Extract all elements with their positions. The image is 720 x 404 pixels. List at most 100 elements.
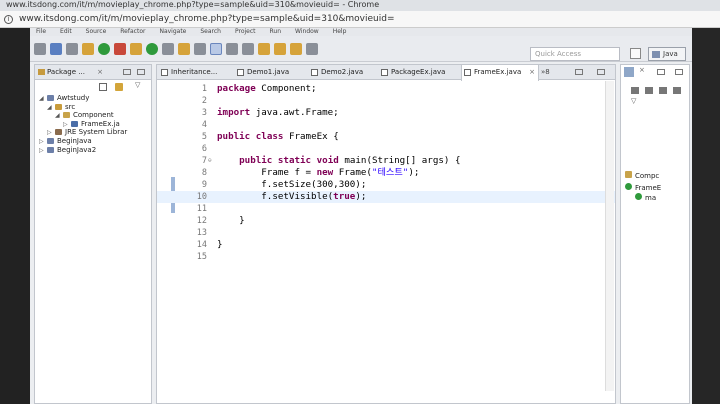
outline-view-menu-icon[interactable]: ▽: [631, 97, 636, 105]
code-line[interactable]: 8 Frame f = new Frame("테스트");: [157, 167, 615, 179]
outline-item[interactable]: Compc: [625, 171, 659, 180]
package-explorer-icon: [38, 69, 45, 75]
back-icon[interactable]: [290, 42, 302, 55]
code-line[interactable]: 14}: [157, 239, 615, 251]
link-with-editor-icon[interactable]: [115, 83, 123, 91]
code-token: Frame(: [333, 167, 372, 178]
keyword-token: package: [217, 83, 256, 94]
previous-annotation-icon[interactable]: [274, 42, 286, 55]
menu-item-run[interactable]: Run: [270, 28, 282, 36]
line-number: 2: [201, 96, 207, 106]
java-perspective-icon: [652, 51, 660, 58]
menu-item-source[interactable]: Source: [86, 28, 107, 36]
code-line[interactable]: 11: [157, 203, 615, 215]
tab-overflow[interactable]: »8: [541, 65, 550, 79]
tree-item[interactable]: ◢ src: [35, 103, 151, 112]
menu-item-file[interactable]: File: [36, 28, 46, 36]
open-perspective-icon[interactable]: [630, 48, 641, 59]
outline-minimize-icon[interactable]: [657, 69, 665, 75]
new-java-class-icon[interactable]: [146, 42, 158, 55]
outline-close-icon[interactable]: ×: [639, 66, 645, 74]
package-explorer-panel: Package ... × ▽ ◢ Awtstudy ◢ src ◢ Component ▷…: [34, 64, 152, 404]
tree-item[interactable]: ▷ BeginJava: [35, 137, 151, 146]
maximize-icon[interactable]: [137, 69, 145, 75]
block-selection-icon[interactable]: [242, 42, 254, 55]
open-type-icon[interactable]: [162, 42, 174, 55]
view-menu-icon[interactable]: ▽: [135, 81, 140, 89]
external-tools-icon[interactable]: [114, 42, 126, 55]
menu-item-search[interactable]: Search: [200, 28, 221, 36]
line-number: 7: [201, 156, 207, 166]
outline-icon[interactable]: [624, 67, 634, 77]
new-icon[interactable]: [34, 42, 46, 55]
close-tab-icon[interactable]: ×: [529, 65, 535, 79]
collapse-all-icon[interactable]: [99, 83, 107, 91]
tree-item[interactable]: ◢ Awtstudy: [35, 94, 151, 103]
fold-icon[interactable]: ⊖: [208, 155, 212, 167]
code-line[interactable]: 7 ⊖ public static void main(String[] args…: [157, 155, 615, 167]
code-line[interactable]: 3 import java.awt.Frame;: [157, 107, 615, 119]
show-whitespace-icon[interactable]: [226, 42, 238, 55]
code-line[interactable]: 5 public class FrameEx {: [157, 131, 615, 143]
editor-tab[interactable]: Inheritance...: [159, 65, 231, 80]
code-line[interactable]: 15: [157, 251, 615, 263]
outline-item[interactable]: FrameE: [625, 183, 661, 192]
hide-static-icon[interactable]: [659, 87, 667, 94]
menu-item-refactor[interactable]: Refactor: [120, 28, 145, 36]
java-file-icon: [237, 69, 244, 76]
code-line[interactable]: 1 package Component;: [157, 83, 615, 95]
code-area[interactable]: 1 package Component; 2 3 import java.awt.Fra…: [157, 81, 615, 403]
editor-tab[interactable]: Demo2.java: [309, 65, 375, 80]
outline-maximize-icon[interactable]: [675, 69, 683, 75]
code-line[interactable]: 2: [157, 95, 615, 107]
search-icon[interactable]: [178, 42, 190, 55]
forward-icon[interactable]: [306, 42, 318, 55]
hide-nonpublic-icon[interactable]: [673, 87, 681, 94]
editor-maximize-icon[interactable]: [597, 69, 605, 75]
info-icon[interactable]: i: [4, 14, 13, 24]
next-annotation-icon[interactable]: [258, 42, 270, 55]
minimize-icon[interactable]: [123, 69, 131, 75]
sort-icon[interactable]: [631, 87, 639, 94]
code-text: f.setVisible(true);: [217, 191, 366, 203]
hide-fields-icon[interactable]: [645, 87, 653, 94]
tree-item[interactable]: ▷ FrameEx.ja: [35, 120, 151, 129]
editor-minimize-icon[interactable]: [575, 69, 583, 75]
run-icon[interactable]: [98, 42, 110, 55]
pencil-icon[interactable]: [194, 42, 206, 55]
package-explorer-tab[interactable]: Package ... ×: [35, 65, 151, 80]
browser-address-bar[interactable]: i www.itsdong.com/it/m/movieplay_chrome.…: [0, 11, 720, 28]
menu-item-help[interactable]: Help: [333, 28, 347, 36]
menu-item-project[interactable]: Project: [235, 28, 256, 36]
tree-item[interactable]: ▷ BeginJava2: [35, 146, 151, 155]
code-token: }: [217, 239, 223, 250]
code-line[interactable]: 10 f.setVisible(true);: [157, 191, 615, 203]
outline-item[interactable]: ma: [635, 193, 656, 202]
menu-item-edit[interactable]: Edit: [60, 28, 72, 36]
print-icon[interactable]: [66, 42, 78, 55]
tree-item[interactable]: ◢ Component: [35, 111, 151, 120]
editor-tab[interactable]: Demo1.java: [235, 65, 305, 80]
code-line[interactable]: 12 }: [157, 215, 615, 227]
toggle-mark-occurrences-icon[interactable]: [210, 42, 222, 55]
monitor-bezel-right: [692, 28, 720, 404]
editor-tab[interactable]: PackageEx.java: [379, 65, 457, 80]
menu-item-window[interactable]: Window: [295, 28, 319, 36]
editor-tab[interactable]: FrameEx.java ×: [461, 65, 539, 81]
code-token: f.setSize(300,300);: [217, 179, 367, 190]
new-java-package-icon[interactable]: [130, 42, 142, 55]
save-icon[interactable]: [50, 42, 62, 55]
close-icon[interactable]: ×: [97, 65, 103, 79]
code-line[interactable]: 6: [157, 143, 615, 155]
collapsed-arrow-icon[interactable]: ▷: [39, 146, 44, 155]
editor-vertical-scrollbar[interactable]: [605, 81, 614, 391]
tree-item[interactable]: ▷ JRE System Librar: [35, 128, 151, 137]
code-line[interactable]: 13: [157, 227, 615, 239]
quick-access-input[interactable]: Quick Access: [530, 47, 620, 61]
debug-icon[interactable]: [82, 42, 94, 55]
menu-item-navigate[interactable]: Navigate: [159, 28, 186, 36]
code-line[interactable]: 9 f.setSize(300,300);: [157, 179, 615, 191]
java-perspective-button[interactable]: Java: [648, 47, 686, 61]
code-line[interactable]: 4: [157, 119, 615, 131]
